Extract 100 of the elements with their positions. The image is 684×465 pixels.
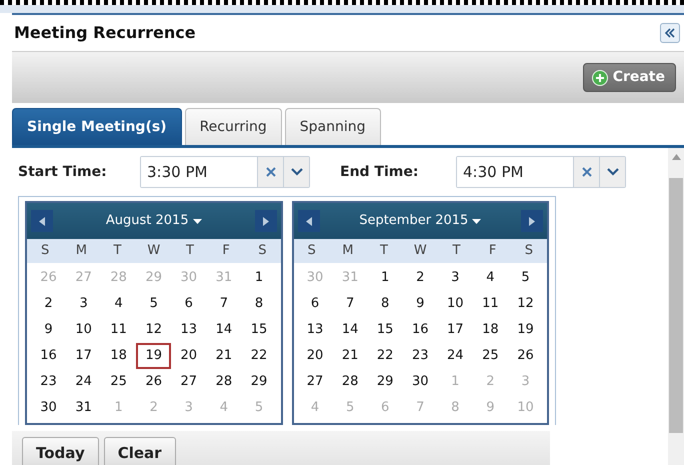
weekday-label: F: [221, 242, 231, 260]
time-field[interactable]: 3:30 PM: [140, 156, 310, 188]
weekday-label: S: [524, 242, 534, 260]
day-cell[interactable]: 1: [368, 265, 403, 291]
triangle-left-icon: [39, 216, 45, 226]
day-cell[interactable]: 20: [171, 343, 206, 369]
day-cell[interactable]: 10: [438, 291, 473, 317]
scrollbar[interactable]: [668, 148, 684, 465]
day-cell[interactable]: 18: [101, 343, 136, 369]
weekday-label: T: [184, 242, 195, 260]
weekday-label: S: [306, 242, 317, 260]
day-cell[interactable]: 3: [66, 291, 102, 317]
day-cell[interactable]: 23: [402, 343, 438, 369]
day-cell[interactable]: 26: [508, 343, 543, 369]
day-cell[interactable]: 11: [101, 317, 136, 343]
day-cell[interactable]: 4: [472, 265, 508, 291]
tab[interactable]: Spanning: [284, 108, 381, 145]
triangle-right-icon: [262, 216, 268, 226]
day-cell[interactable]: 28: [206, 369, 242, 395]
day-cell[interactable]: 14: [332, 317, 368, 343]
day-cell[interactable]: 17: [438, 317, 473, 343]
day-cell[interactable]: 15: [368, 317, 403, 343]
day-cell[interactable]: 6: [171, 291, 206, 317]
clear-icon[interactable]: [582, 167, 592, 177]
tab[interactable]: Single Meeting(s): [12, 108, 182, 145]
day-cell[interactable]: 12: [136, 317, 172, 343]
panel-title: Meeting Recurrence: [14, 22, 196, 44]
day-cell[interactable]: 1: [241, 265, 276, 291]
day-cell[interactable]: 2: [402, 265, 438, 291]
day-cell[interactable]: 31: [66, 395, 102, 421]
calendar-button[interactable]: Clear: [104, 437, 176, 465]
triangle-right-icon: [528, 216, 535, 226]
day-cell[interactable]: 21: [332, 343, 368, 369]
weekday-label: W: [412, 242, 428, 260]
day-cell[interactable]: 16: [31, 343, 66, 369]
chevron-down-icon[interactable]: [606, 168, 618, 176]
day-cell[interactable]: 7: [332, 291, 368, 317]
day-cell[interactable]: 11: [472, 291, 508, 317]
day-cell[interactable]: 17: [66, 343, 102, 369]
day-cell[interactable]: 27: [298, 369, 333, 395]
double-chevron-left-icon: [664, 28, 676, 38]
day-cell[interactable]: 5: [508, 265, 543, 291]
day-cell[interactable]: 16: [402, 317, 438, 343]
next-month-button[interactable]: [520, 210, 543, 232]
previous-month-button[interactable]: [31, 210, 53, 232]
day-cell[interactable]: 8: [241, 291, 276, 317]
day-cell[interactable]: 4: [101, 291, 136, 317]
next-month-button[interactable]: [254, 210, 276, 232]
weekday-label: M: [341, 242, 354, 260]
day-cell[interactable]: 27: [171, 369, 206, 395]
day-cell[interactable]: 7: [206, 291, 242, 317]
day-cell[interactable]: 9: [31, 317, 66, 343]
chevron-down-icon[interactable]: [290, 168, 302, 176]
day-cell[interactable]: 6: [298, 291, 333, 317]
day-cell[interactable]: 22: [368, 343, 403, 369]
day-cell[interactable]: 12: [508, 291, 543, 317]
plus-circle-icon: [592, 70, 608, 86]
day-cell[interactable]: 26: [136, 369, 172, 395]
day-cell[interactable]: 13: [171, 317, 206, 343]
day-cell[interactable]: 24: [66, 369, 102, 395]
day-cell[interactable]: 29: [241, 369, 276, 395]
weekday-label: T: [112, 242, 122, 260]
triangle-left-icon: [306, 216, 312, 226]
day-cell[interactable]: 9: [402, 291, 438, 317]
weekday-label: M: [74, 242, 88, 260]
day-cell[interactable]: 28: [332, 369, 368, 395]
time-field[interactable]: 4:30 PM: [456, 156, 626, 188]
day-cell[interactable]: 25: [472, 343, 508, 369]
day-cell[interactable]: 23: [31, 369, 66, 395]
day-cell[interactable]: 14: [206, 317, 242, 343]
caret-icon: [192, 218, 202, 224]
day-cell[interactable]: 18: [472, 317, 508, 343]
day-cell[interactable]: 15: [241, 317, 276, 343]
clear-icon[interactable]: [266, 167, 276, 177]
weekday-label: S: [257, 242, 268, 260]
tab[interactable]: Recurring: [184, 108, 282, 145]
day-cell[interactable]: 21: [206, 343, 242, 369]
day-cell[interactable]: 25: [101, 369, 136, 395]
day-cell[interactable]: 8: [368, 291, 403, 317]
day-cell[interactable]: 13: [298, 317, 333, 343]
day-cell[interactable]: 5: [136, 291, 172, 317]
collapse-button[interactable]: [660, 23, 680, 43]
day-cell[interactable]: 19: [136, 343, 172, 369]
field-label: End Time:: [340, 162, 420, 182]
day-cell[interactable]: 10: [66, 317, 102, 343]
day-cell[interactable]: 29: [368, 369, 403, 395]
calendar-button[interactable]: Today: [22, 437, 99, 465]
day-cell[interactable]: 2: [31, 291, 66, 317]
day-cell[interactable]: 3: [438, 265, 473, 291]
create-button[interactable]: Create: [582, 63, 676, 92]
day-cell[interactable]: 30: [31, 395, 66, 421]
field-label: Start Time:: [18, 162, 108, 182]
day-cell[interactable]: 30: [402, 369, 438, 395]
day-cell[interactable]: 20: [298, 343, 333, 369]
previous-month-button[interactable]: [298, 210, 320, 232]
day-cell[interactable]: 22: [241, 343, 276, 369]
weekday-label: F: [488, 242, 498, 260]
day-cell[interactable]: 19: [508, 317, 543, 343]
weekday-label: T: [379, 242, 389, 260]
day-cell[interactable]: 24: [438, 343, 473, 369]
